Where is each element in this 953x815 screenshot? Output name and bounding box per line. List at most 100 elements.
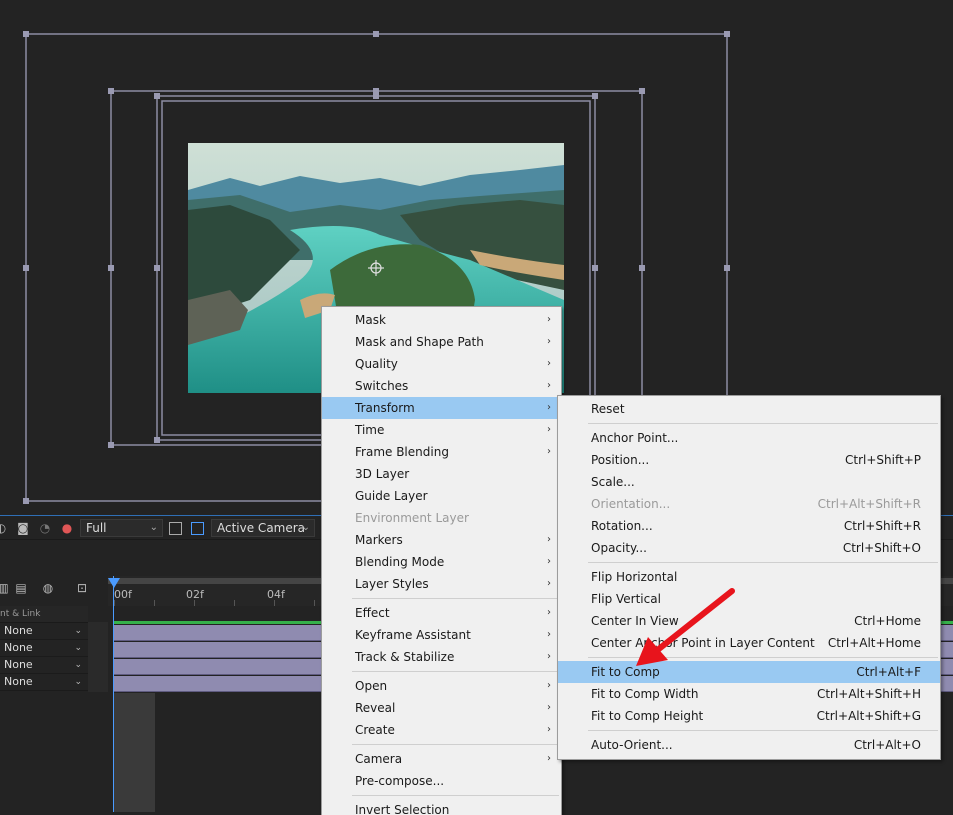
menu-item-shortcut: Ctrl+Alt+O xyxy=(853,738,921,752)
menu-item-track-stabilize[interactable]: Track & Stabilize › xyxy=(322,646,561,668)
menu-item-rotation[interactable]: Rotation... Ctrl+Shift+R xyxy=(558,515,940,537)
menu-item-guide-layer[interactable]: Guide Layer xyxy=(322,485,561,507)
menu-item-layer-styles[interactable]: Layer Styles › xyxy=(322,573,561,595)
menu-item-label: 3D Layer xyxy=(355,467,410,481)
playhead[interactable] xyxy=(113,576,114,812)
comp-flowchart-icon[interactable]: ⊡ xyxy=(75,581,89,595)
menu-separator xyxy=(588,562,938,563)
color-channels-icon[interactable]: ● xyxy=(60,521,74,535)
menu-item-orientation: Orientation... Ctrl+Alt+Shift+R xyxy=(558,493,940,515)
column-header: nt & Link xyxy=(0,606,88,623)
menu-item-label: Fit to Comp Height xyxy=(591,709,704,723)
menu-item-label: Create xyxy=(355,723,395,737)
menu-item-label: Center Anchor Point in Layer Content xyxy=(591,636,815,650)
menu-item-reveal[interactable]: Reveal › xyxy=(322,697,561,719)
playhead-handle[interactable] xyxy=(108,578,120,588)
transparency-grid-icon[interactable] xyxy=(191,522,204,535)
menu-item-auto-orient[interactable]: Auto-Orient... Ctrl+Alt+O xyxy=(558,734,940,756)
menu-item-3d-layer[interactable]: 3D Layer xyxy=(322,463,561,485)
menu-item-label: Orientation... xyxy=(591,497,671,511)
menu-item-mask-and-shape-path[interactable]: Mask and Shape Path › xyxy=(322,331,561,353)
menu-item-switches[interactable]: Switches › xyxy=(322,375,561,397)
camera-value: Active Camera xyxy=(217,521,306,535)
menu-item-shortcut: Ctrl+Shift+O xyxy=(842,541,921,555)
menu-item-create[interactable]: Create › xyxy=(322,719,561,741)
menu-item-shortcut: Ctrl+Alt+Home xyxy=(827,636,921,650)
menu-item-flip-vertical[interactable]: Flip Vertical xyxy=(558,588,940,610)
menu-item-center-in-view[interactable]: Center In View Ctrl+Home xyxy=(558,610,940,632)
parent-dropdown[interactable]: None ⌄ xyxy=(0,640,88,657)
chevron-right-icon: › xyxy=(547,336,551,347)
menu-item-label: Position... xyxy=(591,453,650,467)
menu-item-label: Invert Selection xyxy=(355,803,450,815)
chevron-right-icon: › xyxy=(547,314,551,325)
menu-item-invert-selection[interactable]: Invert Selection xyxy=(322,799,561,815)
snapshot-camera-icon[interactable]: ◙ xyxy=(16,521,30,535)
chevron-right-icon: › xyxy=(547,402,551,413)
menu-separator xyxy=(352,598,559,599)
ruler-label: 00f xyxy=(114,588,132,601)
menu-item-markers[interactable]: Markers › xyxy=(322,529,561,551)
menu-item-blending-mode[interactable]: Blending Mode › xyxy=(322,551,561,573)
menu-item-scale[interactable]: Scale... xyxy=(558,471,940,493)
resolution-select[interactable]: Full ⌄ xyxy=(80,519,163,537)
chevron-right-icon: › xyxy=(547,578,551,589)
chevron-right-icon: › xyxy=(547,651,551,662)
menu-item-label: Mask xyxy=(355,313,386,327)
parent-dropdown[interactable]: None ⌄ xyxy=(0,623,88,640)
menu-item-anchor-point[interactable]: Anchor Point... xyxy=(558,427,940,449)
chevron-right-icon: › xyxy=(547,724,551,735)
menu-item-label: Scale... xyxy=(591,475,635,489)
menu-item-camera[interactable]: Camera › xyxy=(322,748,561,770)
parent-link-column: nt & Link None ⌄ None ⌄ None ⌄ None ⌄ xyxy=(0,606,88,812)
menu-item-shortcut: Ctrl+Alt+Shift+G xyxy=(816,709,921,723)
switch-column xyxy=(88,622,108,692)
toggle-icon[interactable]: ◐ xyxy=(0,521,8,535)
resolution-value: Full xyxy=(86,521,107,535)
menu-item-frame-blending[interactable]: Frame Blending › xyxy=(322,441,561,463)
menu-item-quality[interactable]: Quality › xyxy=(322,353,561,375)
chevron-down-icon: ⌄ xyxy=(74,626,82,636)
menu-item-label: Track & Stabilize xyxy=(355,650,455,664)
menu-separator xyxy=(588,423,938,424)
camera-select[interactable]: Active Camera ⌄ xyxy=(211,519,315,537)
chevron-down-icon: ⌄ xyxy=(74,660,82,670)
menu-separator xyxy=(588,730,938,731)
menu-item-environment-layer: Environment Layer xyxy=(322,507,561,529)
frame-blend-icon[interactable]: ▥ xyxy=(0,581,10,595)
menu-item-mask[interactable]: Mask › xyxy=(322,309,561,331)
graph-editor-icon[interactable]: ◍ xyxy=(41,581,55,595)
menu-item-label: Flip Vertical xyxy=(591,592,661,606)
menu-item-fit-to-comp-height[interactable]: Fit to Comp Height Ctrl+Alt+Shift+G xyxy=(558,705,940,727)
chevron-right-icon: › xyxy=(547,380,551,391)
chevron-right-icon: › xyxy=(547,607,551,618)
menu-item-effect[interactable]: Effect › xyxy=(322,602,561,624)
menu-item-shortcut: Ctrl+Shift+P xyxy=(845,453,921,467)
menu-item-open[interactable]: Open › xyxy=(322,675,561,697)
menu-item-position[interactable]: Position... Ctrl+Shift+P xyxy=(558,449,940,471)
menu-item-shortcut: Ctrl+Home xyxy=(854,614,921,628)
menu-item-fit-to-comp[interactable]: Fit to Comp Ctrl+Alt+F xyxy=(558,661,940,683)
menu-item-label: Anchor Point... xyxy=(591,431,679,445)
menu-item-label: Mask and Shape Path xyxy=(355,335,484,349)
menu-item-flip-horizontal[interactable]: Flip Horizontal xyxy=(558,566,940,588)
parent-dropdown[interactable]: None ⌄ xyxy=(0,674,88,691)
chevron-right-icon: › xyxy=(547,534,551,545)
menu-item-pre-compose[interactable]: Pre-compose... xyxy=(322,770,561,792)
menu-item-transform[interactable]: Transform › xyxy=(322,397,561,419)
menu-item-fit-to-comp-width[interactable]: Fit to Comp Width Ctrl+Alt+Shift+H xyxy=(558,683,940,705)
chevron-right-icon: › xyxy=(547,680,551,691)
show-snapshot-icon[interactable]: ◔ xyxy=(38,521,52,535)
parent-dropdown[interactable]: None ⌄ xyxy=(0,657,88,674)
menu-item-center-anchor-point-in-layer-content[interactable]: Center Anchor Point in Layer Content Ctrl… xyxy=(558,632,940,654)
menu-item-label: Camera xyxy=(355,752,403,766)
chevron-down-icon: ⌄ xyxy=(149,522,158,533)
menu-item-opacity[interactable]: Opacity... Ctrl+Shift+O xyxy=(558,537,940,559)
menu-item-reset[interactable]: Reset xyxy=(558,398,940,420)
menu-item-label: Layer Styles xyxy=(355,577,429,591)
menu-item-keyframe-assistant[interactable]: Keyframe Assistant › xyxy=(322,624,561,646)
menu-item-label: Keyframe Assistant xyxy=(355,628,471,642)
motion-blur-icon[interactable]: ▤ xyxy=(14,581,28,595)
menu-item-time[interactable]: Time › xyxy=(322,419,561,441)
region-of-interest-icon[interactable] xyxy=(169,522,182,535)
